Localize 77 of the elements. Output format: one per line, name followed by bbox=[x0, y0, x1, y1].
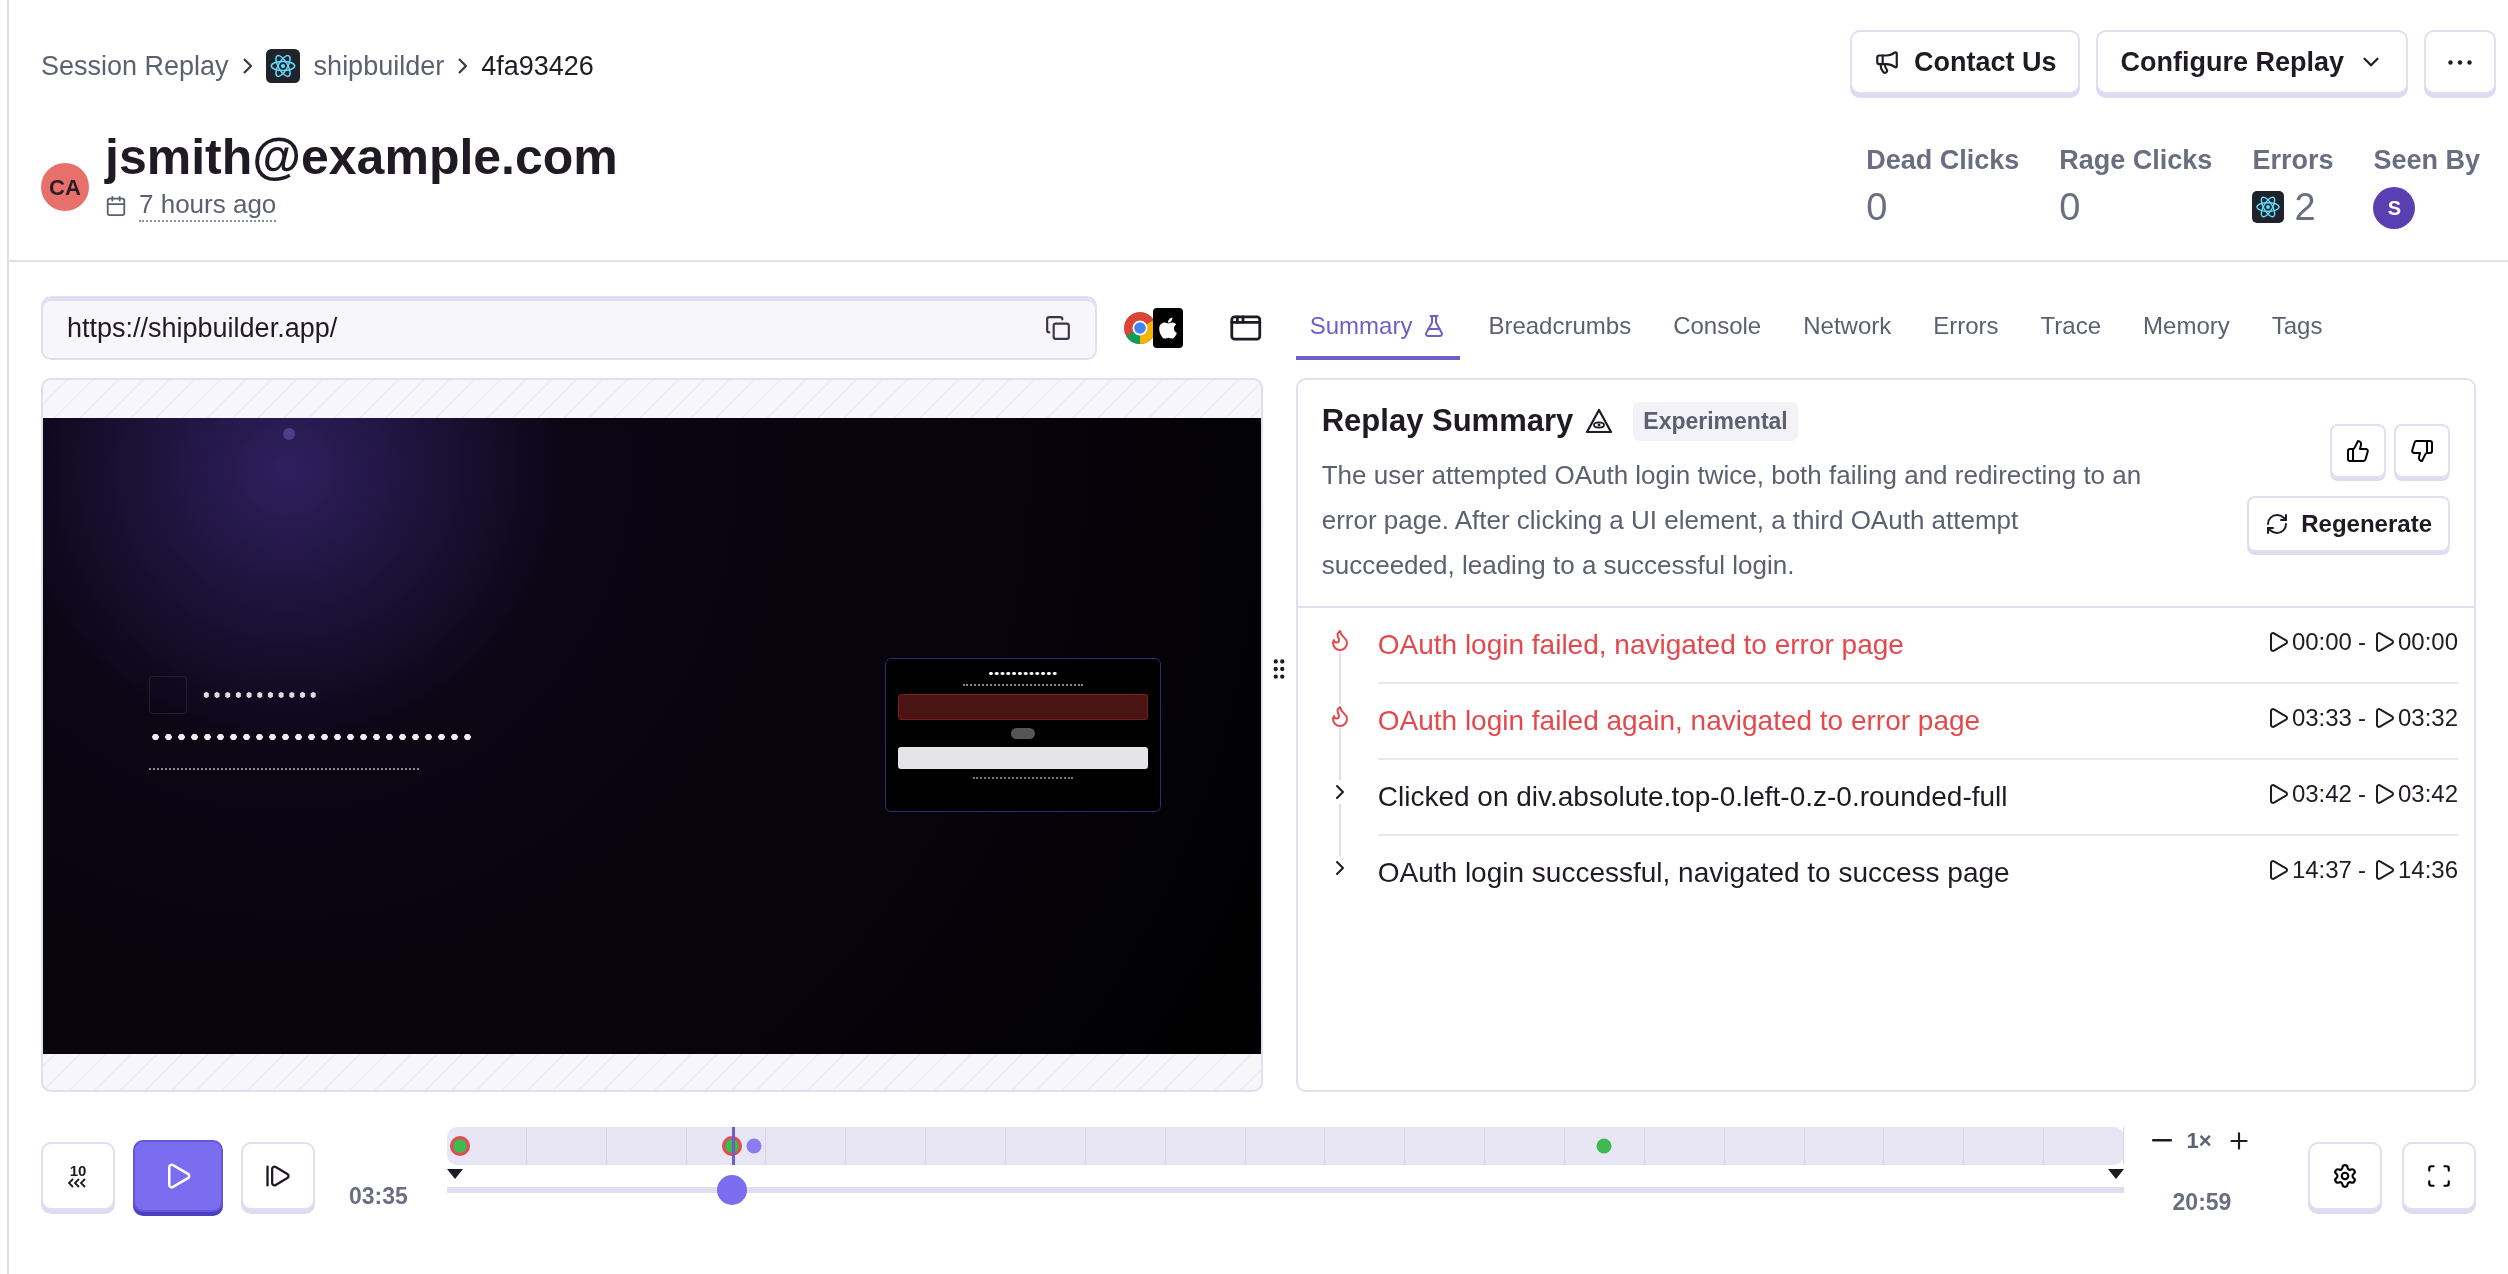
url-field[interactable]: https://shipbuilder.app/ bbox=[41, 296, 1098, 360]
timestamp-link[interactable]: 14:36 bbox=[2371, 851, 2458, 888]
summary-event[interactable]: OAuth login successful, navigated to success page bbox=[1377, 847, 2010, 898]
event-marker[interactable] bbox=[450, 1135, 471, 1156]
tab[interactable]: Errors bbox=[1919, 296, 2013, 360]
summary-event[interactable]: OAuth login failed again, navigated to error page bbox=[1377, 695, 1981, 746]
user-email: jsmith@example.com bbox=[105, 130, 618, 185]
stat-value: 0 bbox=[1866, 186, 1888, 229]
settings-icon bbox=[2332, 1162, 2358, 1189]
stat-value: 2 bbox=[2294, 186, 2316, 229]
playhead bbox=[732, 1126, 736, 1165]
more-icon bbox=[2448, 59, 2472, 65]
session-time: 7 hours ago bbox=[139, 189, 277, 223]
rewind-chevrons-icon bbox=[67, 1178, 89, 1189]
refresh-icon bbox=[2265, 512, 2290, 536]
thumbs-down-button[interactable] bbox=[2394, 424, 2450, 478]
timestamp-link[interactable]: 03:32 bbox=[2371, 699, 2458, 736]
stat-label: Errors bbox=[2252, 144, 2334, 177]
copy-icon[interactable] bbox=[1045, 315, 1072, 341]
avatar: CA bbox=[41, 163, 89, 212]
tab[interactable]: Trace bbox=[2026, 296, 2116, 360]
stat-label: Rage Clicks bbox=[2059, 144, 2213, 177]
event-marker[interactable] bbox=[746, 1138, 762, 1154]
tab[interactable]: Breadcrumbs bbox=[1474, 296, 1646, 360]
summary-text: The user attempted OAuth login twice, both failing and redirecting to an error page. After clicking a UI element, a third OAuth attempt succeeded, leading to a successful login. bbox=[1321, 458, 2143, 582]
tab[interactable]: Memory bbox=[2129, 296, 2244, 360]
timestamp-link[interactable]: 00:00 bbox=[2371, 623, 2458, 660]
range-start-icon[interactable] bbox=[447, 1168, 463, 1179]
thumbs-down-icon bbox=[2410, 439, 2434, 463]
regenerate-button[interactable]: Regenerate bbox=[2247, 496, 2450, 552]
tab[interactable]: Tags bbox=[2257, 296, 2337, 360]
current-time: 03:35 bbox=[349, 1181, 409, 1211]
breadcrumb-current: 4fa93426 bbox=[481, 49, 594, 83]
stat-label: Dead Clicks bbox=[1866, 144, 2020, 177]
toggle-drawing bbox=[1011, 728, 1035, 739]
range-separator: - bbox=[2357, 702, 2366, 733]
megaphone-icon bbox=[1873, 49, 1900, 75]
experimental-badge: Experimental bbox=[1633, 402, 1798, 441]
chevron-right-icon bbox=[458, 58, 468, 74]
summary-event[interactable]: OAuth login failed, navigated to error page bbox=[1377, 619, 1904, 670]
thumbs-up-button[interactable] bbox=[2330, 424, 2386, 478]
atom-icon bbox=[2252, 191, 2285, 224]
stat-value: 0 bbox=[2059, 186, 2081, 229]
range-separator: - bbox=[2357, 778, 2366, 809]
scrubber-handle[interactable] bbox=[717, 1174, 748, 1205]
range-end-icon[interactable] bbox=[2108, 1168, 2124, 1179]
summary-title: Replay Summary bbox=[1321, 402, 1574, 440]
apple-logo-icon bbox=[1153, 308, 1184, 348]
thumbs-up-icon bbox=[2346, 439, 2370, 463]
timestamp-link[interactable]: 14:37 bbox=[2265, 851, 2352, 888]
breadcrumb-link[interactable]: Session Replay bbox=[41, 45, 229, 87]
event-marker[interactable] bbox=[1596, 1138, 1612, 1154]
timestamp-link[interactable]: 00:00 bbox=[2265, 623, 2352, 660]
breadcrumb-link[interactable]: shipbuilder bbox=[313, 45, 445, 87]
eye-triangle-icon bbox=[1585, 408, 1614, 435]
stat-label: Seen By bbox=[2373, 144, 2480, 177]
summary-event[interactable]: Clicked on div.absolute.top-0.left-0.z-0.rounded-full bbox=[1377, 771, 2008, 822]
logo-placeholder bbox=[149, 676, 187, 714]
minus-icon bbox=[2152, 1139, 2173, 1142]
viewer-avatar: S bbox=[2373, 186, 2416, 229]
timestamp-link[interactable]: 03:42 bbox=[2371, 775, 2458, 812]
chevron-right-icon bbox=[242, 58, 252, 74]
range-separator: - bbox=[2357, 626, 2366, 657]
range-separator: - bbox=[2357, 854, 2366, 885]
tab[interactable]: Console bbox=[1659, 296, 1776, 360]
fullscreen-icon bbox=[2426, 1162, 2452, 1189]
atom-icon bbox=[265, 49, 300, 83]
speed-decrease-button[interactable] bbox=[2152, 1139, 2173, 1142]
timestamp-link[interactable]: 03:33 bbox=[2265, 699, 2352, 736]
masked-title-drawing bbox=[988, 671, 1058, 676]
calendar-icon bbox=[105, 194, 127, 217]
tab[interactable]: Summary bbox=[1295, 296, 1461, 360]
playback-speed: 1× bbox=[2186, 1127, 2212, 1155]
duration-time: 20:59 bbox=[2172, 1188, 2232, 1217]
timeline-track[interactable] bbox=[447, 1126, 2124, 1165]
tab[interactable]: Network bbox=[1789, 296, 1906, 360]
timestamp-link[interactable]: 03:42 bbox=[2265, 775, 2352, 812]
